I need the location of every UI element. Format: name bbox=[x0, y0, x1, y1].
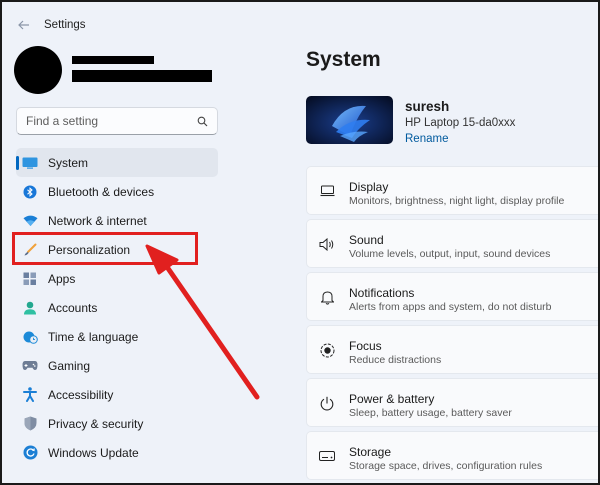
card-title: Power & battery bbox=[349, 392, 435, 406]
focus-icon bbox=[319, 342, 335, 358]
accessibility-icon bbox=[22, 387, 38, 403]
sidebar-item-system[interactable]: System bbox=[16, 148, 218, 177]
sidebar-item-accounts[interactable]: Accounts bbox=[16, 293, 218, 322]
sidebar-item-windows-update[interactable]: Windows Update bbox=[16, 438, 218, 467]
search-input[interactable] bbox=[26, 114, 197, 128]
card-power-battery[interactable]: Power & battery Sleep, battery usage, ba… bbox=[306, 378, 598, 427]
avatar bbox=[14, 46, 62, 94]
sidebar-item-label: Network & internet bbox=[48, 213, 147, 228]
shield-icon bbox=[22, 416, 38, 432]
card-subtitle: Alerts from apps and system, do not dist… bbox=[349, 301, 552, 313]
search-box[interactable] bbox=[16, 107, 218, 135]
card-title: Display bbox=[349, 180, 389, 194]
redacted-user-email bbox=[72, 70, 212, 82]
sidebar-item-label: Time & language bbox=[48, 329, 139, 344]
sidebar-item-bluetooth[interactable]: Bluetooth & devices bbox=[16, 177, 218, 206]
sidebar-item-network[interactable]: Network & internet bbox=[16, 206, 218, 235]
device-wallpaper-thumbnail bbox=[306, 96, 393, 144]
sidebar-item-time-language[interactable]: Time & language bbox=[16, 322, 218, 351]
back-arrow-icon bbox=[18, 20, 29, 30]
power-icon bbox=[319, 395, 335, 411]
selection-indicator bbox=[16, 156, 19, 170]
rename-link[interactable]: Rename bbox=[405, 133, 448, 145]
card-subtitle: Volume levels, output, input, sound devi… bbox=[349, 248, 551, 260]
card-title: Sound bbox=[349, 233, 384, 247]
device-model: HP Laptop 15-da0xxx bbox=[405, 117, 516, 129]
card-subtitle: Storage space, drives, configuration rul… bbox=[349, 460, 543, 472]
card-storage[interactable]: Storage Storage space, drives, configura… bbox=[306, 431, 598, 480]
card-title: Focus bbox=[349, 339, 382, 353]
redacted-user-name bbox=[72, 56, 154, 64]
sidebar-item-accessibility[interactable]: Accessibility bbox=[16, 380, 218, 409]
card-subtitle: Sleep, battery usage, battery saver bbox=[349, 407, 512, 419]
sidebar-item-label: Windows Update bbox=[48, 445, 139, 460]
bluetooth-icon bbox=[22, 184, 38, 200]
update-icon bbox=[22, 445, 38, 461]
sidebar-item-label: Gaming bbox=[48, 358, 91, 373]
apps-icon bbox=[22, 271, 38, 287]
settings-window: Settings System Bluetooth & devices Netw… bbox=[0, 0, 600, 485]
window-title: Settings bbox=[44, 19, 86, 31]
device-name: suresh bbox=[405, 99, 450, 114]
card-title: Notifications bbox=[349, 286, 415, 300]
card-sound[interactable]: Sound Volume levels, output, input, soun… bbox=[306, 219, 598, 268]
display-icon bbox=[319, 183, 335, 199]
sidebar-item-privacy-security[interactable]: Privacy & security bbox=[16, 409, 218, 438]
card-title: Storage bbox=[349, 445, 392, 459]
sidebar-item-label: Bluetooth & devices bbox=[48, 184, 155, 199]
user-profile[interactable] bbox=[14, 46, 214, 94]
title-bar: Settings bbox=[16, 15, 86, 35]
card-notifications[interactable]: Notifications Alerts from apps and syste… bbox=[306, 272, 598, 321]
sidebar-item-apps[interactable]: Apps bbox=[16, 264, 218, 293]
sidebar-item-label: System bbox=[48, 155, 89, 170]
accounts-icon bbox=[22, 300, 38, 316]
sidebar-item-gaming[interactable]: Gaming bbox=[16, 351, 218, 380]
card-display[interactable]: Display Monitors, brightness, night ligh… bbox=[306, 166, 598, 215]
sidebar-item-label: Apps bbox=[48, 271, 76, 286]
card-focus[interactable]: Focus Reduce distractions bbox=[306, 325, 598, 374]
clock-globe-icon bbox=[22, 329, 38, 345]
sidebar-nav: System Bluetooth & devices Network & int… bbox=[16, 148, 218, 467]
card-subtitle: Monitors, brightness, night light, displ… bbox=[349, 195, 565, 207]
gamepad-icon bbox=[22, 358, 38, 374]
speaker-icon bbox=[319, 236, 335, 252]
storage-icon bbox=[319, 448, 335, 464]
bell-icon bbox=[319, 289, 335, 305]
wifi-icon bbox=[22, 213, 38, 229]
sidebar-item-label: Accessibility bbox=[48, 387, 114, 402]
system-icon bbox=[22, 155, 38, 171]
back-button[interactable] bbox=[16, 17, 32, 33]
sidebar-item-label: Accounts bbox=[48, 300, 98, 315]
card-subtitle: Reduce distractions bbox=[349, 354, 442, 366]
annotation-highlight-box bbox=[12, 232, 198, 265]
settings-list: Display Monitors, brightness, night ligh… bbox=[306, 166, 598, 483]
search-icon bbox=[197, 116, 208, 126]
page-title: System bbox=[306, 48, 381, 71]
sidebar-item-label: Privacy & security bbox=[48, 416, 144, 431]
